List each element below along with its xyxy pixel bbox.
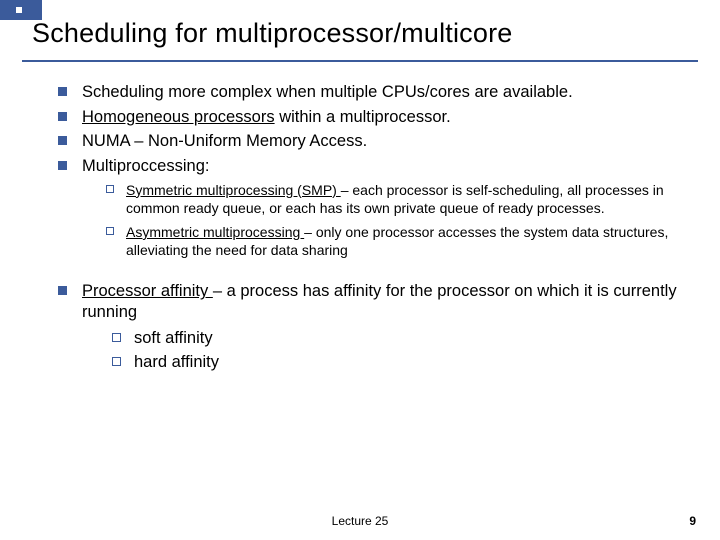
bullet-level1: NUMA – Non-Uniform Memory Access.	[58, 131, 690, 152]
title-rule	[22, 60, 698, 62]
hollow-square-bullet-icon	[106, 185, 114, 193]
footer-text: Lecture 25	[0, 514, 720, 528]
bullet-level1: Scheduling more complex when multiple CP…	[58, 82, 690, 103]
hollow-square-bullet-icon	[112, 333, 121, 342]
bullet-level1: Multiproccessing:	[58, 156, 690, 177]
bullet-text: Scheduling more complex when multiple CP…	[82, 83, 573, 101]
bullet-text: Multiproccessing:	[82, 157, 209, 175]
sub-bullet-group: soft affinity hard affinity	[112, 327, 690, 374]
square-bullet-icon	[58, 286, 67, 295]
bullet-level1: Homogeneous processors within a multipro…	[58, 107, 690, 128]
corner-decoration	[0, 0, 42, 20]
slide-body: Scheduling more complex when multiple CP…	[58, 82, 690, 377]
bullet-text: within a multiprocessor.	[275, 108, 451, 126]
bullet-text-underline: Symmetric multiprocessing (SMP)	[126, 182, 341, 198]
square-bullet-icon	[58, 112, 67, 121]
bullet-level2: hard affinity	[112, 351, 690, 373]
square-bullet-icon	[58, 136, 67, 145]
sub-bullet-group: Symmetric multiprocessing (SMP) – each p…	[106, 181, 690, 260]
bullet-text: NUMA – Non-Uniform Memory Access.	[82, 132, 367, 150]
hollow-square-bullet-icon	[106, 227, 114, 235]
bullet-level2: Symmetric multiprocessing (SMP) – each p…	[106, 181, 690, 217]
page-number: 9	[689, 514, 696, 528]
square-bullet-icon	[58, 87, 67, 96]
slide-title: Scheduling for multiprocessor/multicore	[32, 18, 513, 49]
bullet-level2: Asymmetric multiprocessing – only one pr…	[106, 223, 690, 259]
bullet-level2: soft affinity	[112, 327, 690, 349]
hollow-square-bullet-icon	[112, 357, 121, 366]
bullet-text-underline: Processor affinity	[82, 282, 213, 300]
bullet-text: soft affinity	[134, 329, 213, 347]
bullet-text-underline: Homogeneous processors	[82, 108, 275, 126]
bullet-text: hard affinity	[134, 353, 219, 371]
bullet-level1: Processor affinity – a process has affin…	[58, 281, 690, 373]
bullet-text-underline: Asymmetric multiprocessing	[126, 224, 304, 240]
square-bullet-icon	[58, 161, 67, 170]
